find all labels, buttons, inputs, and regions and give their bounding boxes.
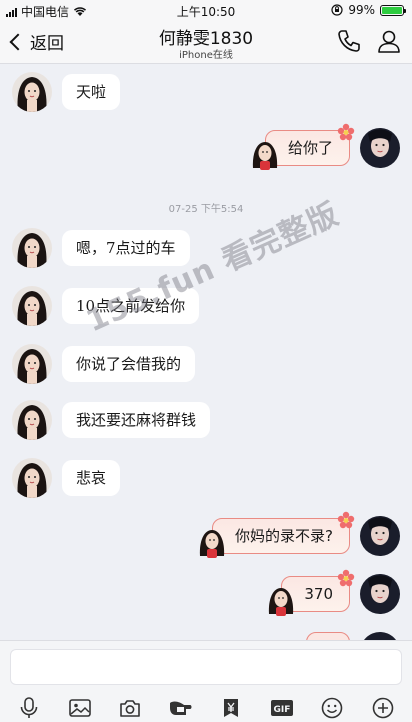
hongbao-icon[interactable]: [165, 695, 197, 721]
my-avatar[interactable]: [360, 128, 400, 168]
message-text: 给你了: [287, 139, 333, 157]
message-row: 给你了: [0, 123, 412, 170]
chat-header: 返回 何静雯1830 iPhone在线: [0, 20, 412, 64]
my-avatar[interactable]: [360, 516, 400, 556]
contact-avatar[interactable]: [12, 344, 52, 384]
message-row: 你说了会借我的: [0, 344, 412, 384]
message-row: 天啦: [0, 72, 412, 112]
message-row: 370: [0, 569, 412, 616]
my-avatar-partial[interactable]: [360, 632, 400, 640]
flower-decoration-icon: [337, 511, 355, 529]
message-text: 你妈的录不录?: [235, 527, 333, 545]
flower-decoration-icon: [337, 123, 355, 141]
flower-decoration-icon: [337, 569, 355, 587]
battery-percent: 99%: [348, 3, 375, 17]
message-row-partial: [0, 630, 412, 640]
message-bubble-incoming[interactable]: 天啦: [62, 74, 121, 110]
svg-text:GIF: GIF: [273, 705, 290, 715]
battery-icon: [380, 4, 406, 16]
message-bubble-incoming[interactable]: 你说了会借我的: [62, 346, 196, 382]
status-right: 99%: [331, 3, 406, 17]
profile-icon[interactable]: [376, 28, 402, 54]
yuan-transfer-icon[interactable]: [215, 695, 247, 721]
status-bar: 中国电信 上午10:50 99%: [0, 0, 412, 20]
message-text: 370: [304, 585, 333, 603]
contact-avatar[interactable]: [12, 228, 52, 268]
image-icon[interactable]: [64, 695, 96, 721]
phone-icon[interactable]: [336, 28, 362, 54]
gif-icon[interactable]: GIF: [266, 695, 298, 721]
composer: GIF: [0, 640, 412, 722]
message-row: 你妈的录不录?: [0, 511, 412, 558]
message-bubble-outgoing[interactable]: 给你了: [252, 123, 355, 170]
message-row: 10点之前发给你: [0, 286, 412, 326]
microphone-icon[interactable]: [13, 695, 45, 721]
message-bubble-incoming[interactable]: 悲哀: [62, 460, 121, 496]
message-bubble-outgoing-partial[interactable]: [306, 632, 350, 640]
header-actions: [336, 28, 402, 54]
battery-fill: [382, 6, 402, 14]
emoji-icon[interactable]: [316, 695, 348, 721]
contact-avatar[interactable]: [12, 400, 52, 440]
message-row: 我还要还麻将群钱: [0, 400, 412, 440]
message-input[interactable]: [10, 649, 402, 685]
contact-avatar[interactable]: [12, 72, 52, 112]
bubble-doll-sticker-icon: [252, 142, 278, 170]
plus-icon[interactable]: [367, 695, 399, 721]
camera-icon[interactable]: [114, 695, 146, 721]
bubble-doll-sticker-icon: [199, 530, 225, 558]
message-timestamp: 07-25 下午5:54: [168, 204, 244, 215]
orientation-lock-icon: [331, 4, 343, 16]
contact-avatar[interactable]: [12, 458, 52, 498]
composer-toolbar: GIF: [0, 693, 412, 722]
contact-avatar[interactable]: [12, 286, 52, 326]
message-bubble-incoming[interactable]: 我还要还麻将群钱: [62, 402, 211, 438]
message-bubble-outgoing[interactable]: 370: [269, 569, 355, 616]
bubble-doll-sticker-icon: [269, 588, 294, 616]
my-avatar[interactable]: [360, 574, 400, 614]
message-row: 悲哀: [0, 458, 412, 498]
message-bubble-outgoing[interactable]: 你妈的录不录?: [199, 511, 355, 558]
